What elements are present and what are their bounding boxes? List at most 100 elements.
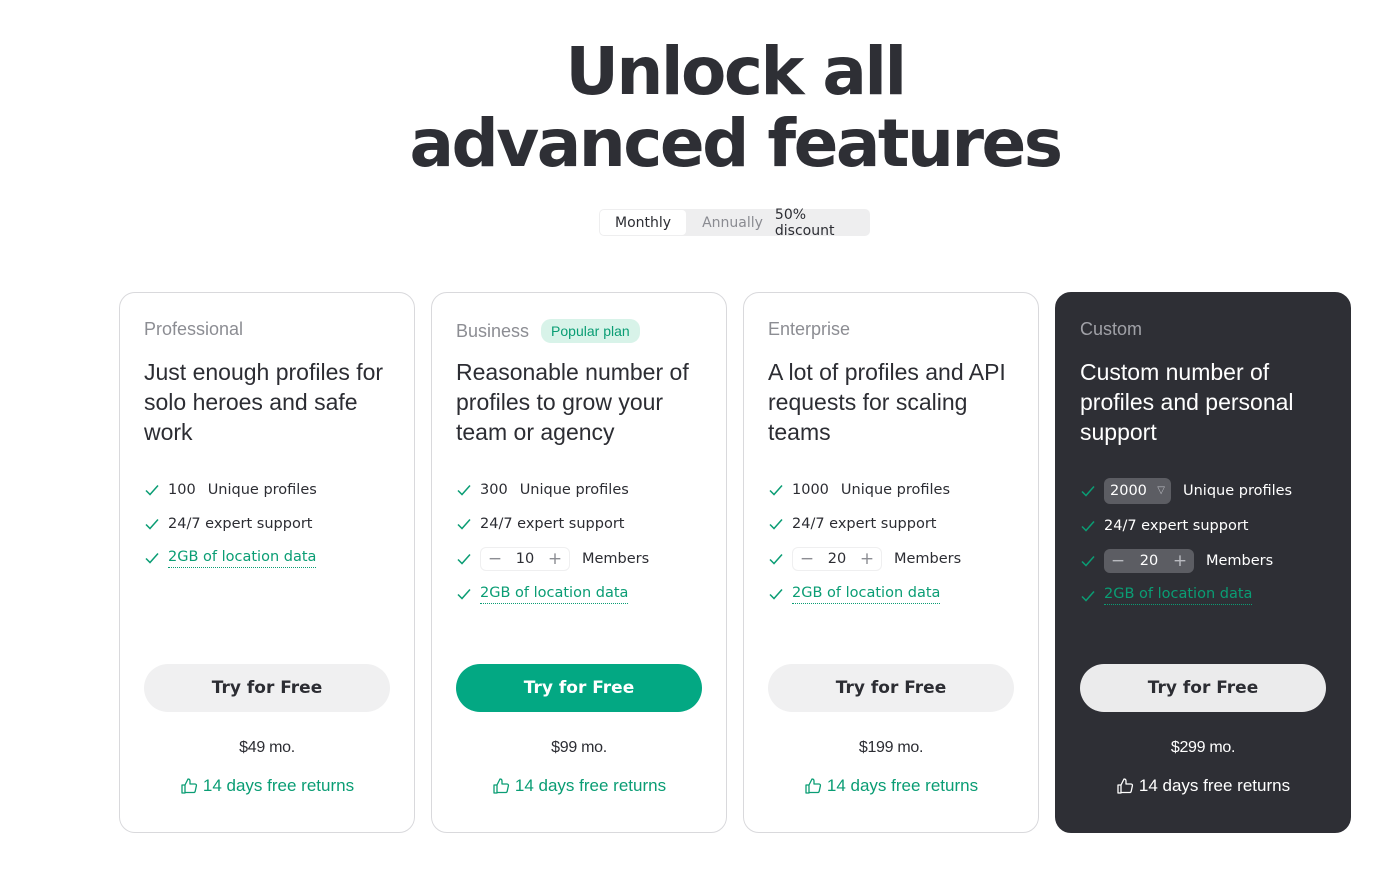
- feature-profiles: 2000 ▽ Unique profiles: [1080, 473, 1340, 508]
- feature-list: 100 Unique profiles 24/7 expert support …: [144, 473, 404, 575]
- feature-location: 2GB of location data: [144, 541, 404, 575]
- free-returns-link[interactable]: 14 days free returns: [744, 776, 1038, 796]
- profiles-label: Unique profiles: [207, 482, 317, 498]
- profiles-label: Unique profiles: [1183, 482, 1293, 499]
- plan-description: Just enough profiles for solo heroes and…: [144, 359, 384, 445]
- feature-location: 2GB of location data: [456, 577, 716, 611]
- increment-button[interactable]: +: [547, 549, 563, 569]
- free-returns-link[interactable]: 14 days free returns: [432, 776, 726, 796]
- members-stepper: − 20 +: [792, 547, 882, 571]
- plan-name: Professional: [144, 319, 243, 340]
- support-label: 24/7 expert support: [1104, 517, 1249, 534]
- check-icon: [457, 519, 471, 530]
- feature-support: 24/7 expert support: [1080, 508, 1340, 543]
- members-value: 20: [827, 551, 847, 567]
- check-icon: [769, 554, 783, 565]
- members-value: 20: [1139, 552, 1159, 569]
- check-icon: [457, 485, 471, 496]
- location-data-link[interactable]: 2GB of location data: [168, 549, 317, 568]
- profiles-count: 300: [480, 482, 508, 498]
- increment-button[interactable]: +: [1172, 551, 1188, 571]
- plan-name-label: Enterprise: [768, 319, 851, 339]
- members-stepper: − 10 +: [480, 547, 570, 571]
- location-data-link[interactable]: 2GB of location data: [1104, 586, 1253, 605]
- billing-period-toggle: Monthly Annually 50% discount: [599, 207, 870, 239]
- feature-members: − 10 + Members: [456, 541, 716, 577]
- feature-list: 300 Unique profiles 24/7 expert support …: [456, 473, 716, 611]
- plan-name-label: Professional: [144, 319, 244, 339]
- billing-annually-option[interactable]: Annually 50% discount: [702, 207, 870, 239]
- check-icon: [1081, 590, 1095, 602]
- try-for-free-button[interactable]: Try for Free: [1080, 664, 1326, 712]
- profiles-count: 100: [168, 482, 196, 498]
- location-data-link[interactable]: 2GB of location data: [480, 585, 629, 604]
- free-returns-link[interactable]: 14 days free returns: [120, 776, 414, 796]
- profiles-count: 1000: [792, 482, 829, 498]
- try-for-free-button[interactable]: Try for Free: [456, 664, 702, 712]
- thumbs-up-icon: [181, 778, 197, 794]
- check-icon: [145, 553, 159, 564]
- check-icon: [769, 485, 783, 496]
- check-icon: [145, 485, 159, 496]
- hero-title: Unlock all advanced features: [0, 36, 1399, 180]
- members-label: Members: [1206, 552, 1274, 569]
- check-icon: [457, 554, 471, 565]
- plan-card-business: Business Popular plan Reasonable number …: [431, 292, 727, 833]
- billing-annually-label: Annually: [702, 214, 763, 231]
- plan-name: Business Popular plan: [456, 319, 640, 343]
- plan-name-label: Business: [456, 320, 530, 341]
- try-for-free-button[interactable]: Try for Free: [768, 664, 1014, 712]
- plan-description: Reasonable number of profiles to grow yo…: [456, 359, 689, 445]
- thumbs-up-icon: [493, 778, 509, 794]
- feature-profiles: 300 Unique profiles: [456, 473, 716, 507]
- check-icon: [457, 589, 471, 600]
- profiles-count: 2000: [1110, 482, 1147, 499]
- check-icon: [769, 519, 783, 530]
- check-icon: [1081, 555, 1095, 567]
- members-value: 10: [515, 551, 535, 567]
- plan-description: Custom number of profiles and personal s…: [1080, 359, 1294, 445]
- support-label: 24/7 expert support: [480, 516, 625, 532]
- profiles-label: Unique profiles: [840, 482, 951, 498]
- free-returns-label: 14 days free returns: [514, 776, 667, 795]
- profiles-count-select[interactable]: 2000 ▽: [1104, 477, 1171, 504]
- plan-name: Enterprise: [768, 319, 850, 340]
- profiles-label: Unique profiles: [519, 482, 629, 498]
- feature-members: − 20 + Members: [768, 541, 1028, 577]
- plan-price: $99 mo.: [551, 739, 607, 756]
- decrement-button[interactable]: −: [1110, 551, 1126, 571]
- free-returns-label: 14 days free returns: [826, 776, 979, 795]
- support-label: 24/7 expert support: [168, 516, 313, 532]
- feature-list: 1000 Unique profiles 24/7 expert support…: [768, 473, 1028, 611]
- members-label: Members: [582, 551, 650, 567]
- plan-description: A lot of profiles and API requests for s…: [768, 359, 1006, 445]
- feature-members: − 20 + Members: [1080, 543, 1340, 578]
- location-data-link[interactable]: 2GB of location data: [792, 585, 941, 604]
- try-for-free-button[interactable]: Try for Free: [144, 664, 390, 712]
- check-icon: [769, 589, 783, 600]
- decrement-button[interactable]: −: [799, 549, 815, 569]
- increment-button[interactable]: +: [859, 549, 875, 569]
- plan-card-enterprise: Enterprise A lot of profiles and API req…: [743, 292, 1039, 833]
- feature-profiles: 1000 Unique profiles: [768, 473, 1028, 507]
- decrement-button[interactable]: −: [487, 549, 503, 569]
- feature-profiles: 100 Unique profiles: [144, 473, 404, 507]
- thumbs-up-icon: [805, 778, 821, 794]
- check-icon: [1081, 485, 1095, 497]
- feature-support: 24/7 expert support: [456, 507, 716, 541]
- feature-list: 2000 ▽ Unique profiles 24/7 expert suppo…: [1080, 473, 1340, 613]
- billing-monthly-option[interactable]: Monthly: [600, 210, 687, 235]
- plan-name-label: Custom: [1080, 319, 1143, 339]
- plan-name: Custom: [1080, 319, 1142, 340]
- plan-card-professional: Professional Just enough profiles for so…: [119, 292, 415, 833]
- check-icon: [1081, 520, 1095, 532]
- plan-card-custom: Custom Custom number of profiles and per…: [1055, 292, 1351, 833]
- plan-price: $199 mo.: [858, 739, 924, 756]
- free-returns-link[interactable]: 14 days free returns: [1056, 776, 1350, 796]
- free-returns-label: 14 days free returns: [202, 776, 355, 795]
- feature-support: 24/7 expert support: [144, 507, 404, 541]
- members-stepper: − 20 +: [1104, 548, 1194, 573]
- discount-badge: 50% discount: [774, 206, 835, 239]
- plan-price: $49 mo.: [239, 739, 295, 756]
- chevron-down-icon: ▽: [1157, 485, 1165, 496]
